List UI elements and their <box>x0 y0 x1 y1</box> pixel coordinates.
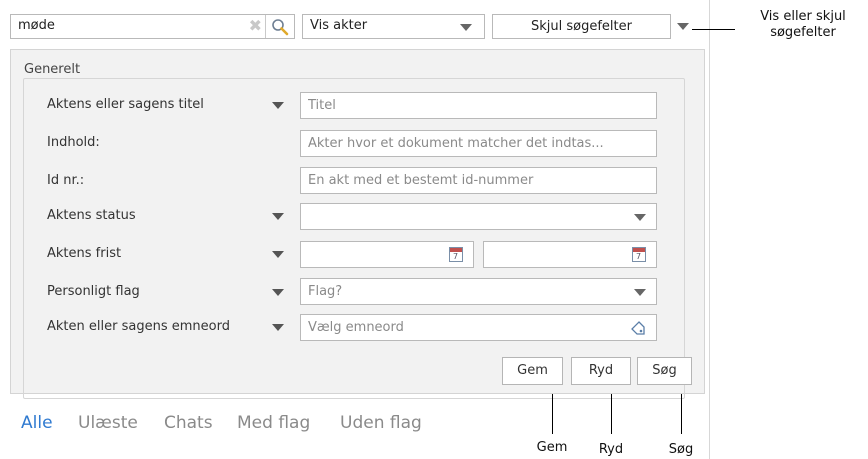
general-fieldset <box>23 78 685 399</box>
content-field[interactable]: Akter hvor et dokument matcher det indta… <box>300 130 657 157</box>
field-operator-caret-title[interactable] <box>272 102 284 109</box>
field-label-flag: Personligt flag <box>47 284 140 299</box>
search-divider <box>265 15 266 38</box>
search-input[interactable]: møde ✖ <box>10 14 295 39</box>
view-select[interactable]: Vis akter <box>302 14 485 39</box>
deadline-from-field[interactable]: 7 <box>300 241 474 268</box>
content-field-placeholder: Akter hvor et dokument matcher det indta… <box>308 136 604 151</box>
flag-select[interactable]: Flag? <box>300 278 657 305</box>
deadline-to-field[interactable]: 7 <box>483 241 657 268</box>
field-operator-caret-flag[interactable] <box>272 289 284 296</box>
annotation-line-gem <box>552 394 553 434</box>
tag-icon[interactable] <box>630 320 646 336</box>
flag-select-value: Flag? <box>308 284 343 299</box>
tab-chats[interactable]: Chats <box>164 413 213 433</box>
view-select-value: Vis akter <box>310 18 368 33</box>
tab-all[interactable]: Alle <box>21 413 53 433</box>
annotation-sog: Søg <box>668 442 694 457</box>
annotation-toggle-line2: søgefelter <box>770 25 836 40</box>
chevron-down-icon <box>634 214 646 221</box>
field-operator-caret-keywords[interactable] <box>272 324 284 331</box>
magnifier-icon[interactable] <box>271 18 289 36</box>
tab-unread[interactable]: Ulæste <box>78 413 138 433</box>
tab-unflagged[interactable]: Uden flag <box>340 413 422 433</box>
calendar-icon[interactable]: 7 <box>449 247 463 262</box>
field-label-id: Id nr.: <box>47 173 85 188</box>
close-icon[interactable]: ✖ <box>249 16 262 36</box>
toggle-fields-caret-icon[interactable] <box>677 23 689 30</box>
chevron-down-icon <box>460 24 472 31</box>
annotation-toggle-fields: Vis eller skjul søgefelter <box>740 9 866 41</box>
fieldset-title: Generelt <box>20 62 85 77</box>
field-label-keywords: Akten eller sagens emneord <box>47 319 230 334</box>
keywords-field[interactable]: Vælg emneord <box>300 314 657 341</box>
title-field[interactable]: Titel <box>300 92 657 119</box>
status-select[interactable] <box>300 203 657 230</box>
field-label-status: Aktens status <box>47 208 136 223</box>
hide-search-fields-button[interactable]: Skjul søgefelter <box>492 14 671 39</box>
chevron-down-icon <box>634 289 646 296</box>
field-operator-caret-status[interactable] <box>272 213 284 220</box>
annotation-line-sog <box>681 394 682 434</box>
title-field-placeholder: Titel <box>308 98 336 113</box>
field-operator-caret-deadline[interactable] <box>272 251 284 258</box>
search-button[interactable]: Søg <box>637 357 692 385</box>
save-button[interactable]: Gem <box>502 357 563 385</box>
search-input-value: møde <box>18 18 55 33</box>
annotation-line-toggle <box>692 29 735 30</box>
annotation-toggle-line1: Vis eller skjul <box>760 9 846 24</box>
annotation-ryd: Ryd <box>598 442 624 457</box>
field-label-title: Aktens eller sagens titel <box>47 97 204 112</box>
keywords-field-placeholder: Vælg emneord <box>308 320 404 335</box>
annotation-gem: Gem <box>536 440 568 455</box>
field-label-deadline: Aktens frist <box>47 246 122 261</box>
calendar-icon[interactable]: 7 <box>632 247 646 262</box>
annotation-line-ryd <box>611 394 612 434</box>
clear-button[interactable]: Ryd <box>571 357 631 385</box>
hide-search-fields-label: Skjul søgefelter <box>531 19 632 34</box>
tab-flagged[interactable]: Med flag <box>237 413 310 433</box>
id-field-placeholder: En akt med et bestemt id-nummer <box>308 173 534 188</box>
id-field[interactable]: En akt med et bestemt id-nummer <box>300 167 657 194</box>
field-label-content: Indhold: <box>47 135 100 150</box>
